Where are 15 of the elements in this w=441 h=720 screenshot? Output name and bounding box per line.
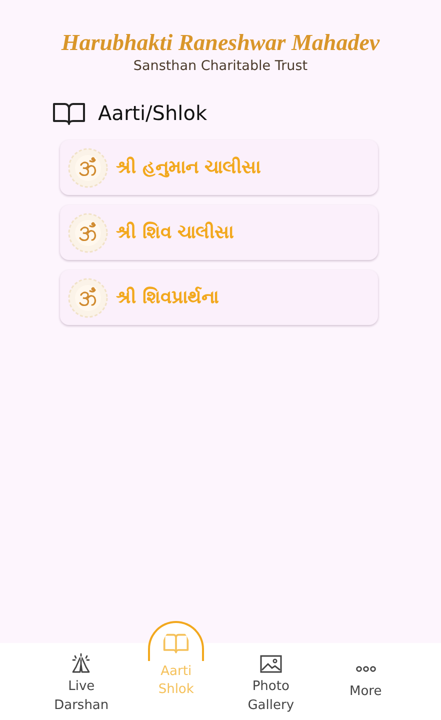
aarti-list-item[interactable]: શ્રી હનુમાન ચાલીસા	[60, 140, 378, 195]
nav-tab[interactable]: More	[318, 643, 413, 720]
nav-tab[interactable]: Aarti Shlok	[128, 621, 224, 720]
om-medallion-icon	[68, 212, 108, 252]
om-medallion-icon	[68, 278, 108, 318]
more-icon	[354, 665, 378, 674]
app-subtitle: Sansthan Charitable Trust	[133, 58, 308, 74]
nav-tab[interactable]: Live Darshan	[34, 643, 129, 720]
aarti-list-item[interactable]: શ્રી શિવપ્રાર્થના	[60, 270, 378, 325]
om-medallion-icon	[68, 148, 108, 188]
section-title: Aarti/Shlok	[98, 101, 208, 125]
nav-tab[interactable]: Photo Gallery	[224, 643, 318, 720]
book-icon	[52, 100, 86, 126]
aarti-list-item[interactable]: શ્રી શિવ ચાલીસા	[60, 205, 378, 260]
app-title: Harubhakti Raneshwar Mahadev	[61, 30, 380, 56]
